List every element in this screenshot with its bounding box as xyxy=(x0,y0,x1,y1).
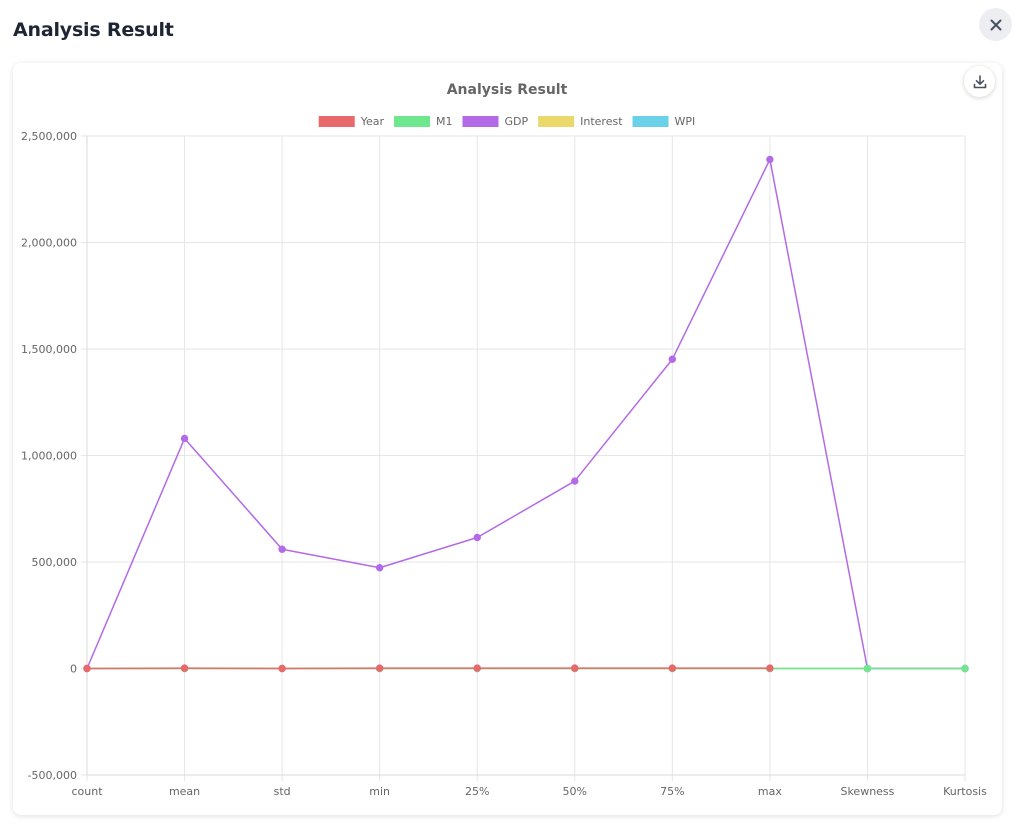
data-point-year xyxy=(375,664,384,672)
data-point-year xyxy=(766,664,774,672)
y-tick-label: 2,500,000 xyxy=(21,130,77,143)
data-point-gdp xyxy=(571,477,579,485)
x-tick-label: count xyxy=(71,785,103,798)
x-tick-label: Kurtosis xyxy=(943,785,987,798)
legend-item-year: Year xyxy=(318,115,385,128)
x-tick-label: 25% xyxy=(465,785,489,798)
legend-label-interest: Interest xyxy=(580,115,623,128)
y-tick-label: 500,000 xyxy=(32,556,78,569)
legend-swatch-year xyxy=(318,116,355,127)
y-tick-label: 1,500,000 xyxy=(21,343,77,356)
chart-grid xyxy=(81,135,966,781)
download-icon xyxy=(973,74,986,88)
legend-swatch-wpi xyxy=(632,116,669,127)
x-tick-label: 50% xyxy=(563,785,587,798)
y-tick-label: -500,000 xyxy=(28,769,77,782)
x-tick-label: std xyxy=(274,785,291,798)
chart-title: Analysis Result xyxy=(447,82,568,98)
download-button[interactable] xyxy=(964,66,995,97)
legend-swatch-m1 xyxy=(394,116,431,127)
legend-item-gdp: GDP xyxy=(462,115,529,128)
series-gdp xyxy=(83,155,969,673)
chart-series xyxy=(83,155,969,673)
legend-label-m1: M1 xyxy=(436,115,453,128)
legend-item-m1: M1 xyxy=(394,115,453,128)
x-tick-label: min xyxy=(369,785,390,798)
legend-swatch-gdp xyxy=(462,116,499,127)
legend-swatch-interest xyxy=(538,116,575,127)
legend-item-interest: Interest xyxy=(538,115,623,128)
data-point-year xyxy=(83,664,91,673)
data-point-gdp xyxy=(278,545,286,553)
legend-item-wpi: WPI xyxy=(632,115,696,128)
data-point-gdp xyxy=(668,355,677,363)
data-point-gdp xyxy=(473,533,481,542)
x-tick-label: Skewness xyxy=(840,785,894,798)
legend-label-wpi: WPI xyxy=(675,115,696,128)
chart-legend: Year M1 GDP Interest WPI xyxy=(318,115,696,128)
chart-axes: count mean std min 25% 50% 75% max Skewness Kurto… xyxy=(21,130,987,798)
data-point-year xyxy=(473,664,481,672)
y-tick-label: 1,000,000 xyxy=(21,450,77,463)
data-point-gdp xyxy=(180,434,189,443)
y-tick-label: 0 xyxy=(70,663,77,676)
x-tick-label: 75% xyxy=(660,785,684,798)
data-point-gdp xyxy=(375,564,384,572)
series-line-gdp xyxy=(86,158,965,670)
data-point-gdp xyxy=(766,155,774,164)
data-point-m1 xyxy=(961,664,969,673)
line-chart: Analysis Result count mean std min 25% 50% 75%… xyxy=(21,82,987,798)
data-point-year xyxy=(180,664,189,672)
x-tick-label: mean xyxy=(169,785,200,798)
legend-label-year: Year xyxy=(360,115,385,128)
data-point-year xyxy=(668,664,677,672)
data-point-year xyxy=(278,664,286,673)
x-tick-label: max xyxy=(758,785,782,798)
y-tick-label: 2,000,000 xyxy=(21,237,77,250)
analysis-dialog: Analysis Result Analysis Result count mea… xyxy=(0,0,1017,831)
data-point-year xyxy=(571,664,579,672)
legend-label-gdp: GDP xyxy=(505,115,529,128)
data-point-m1 xyxy=(863,664,872,673)
